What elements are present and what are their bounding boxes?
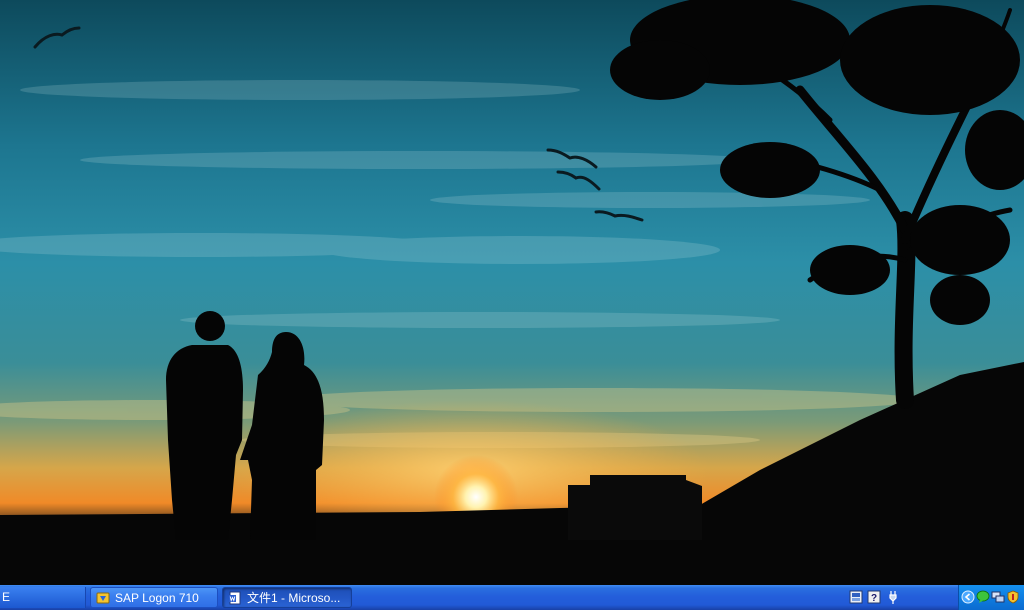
taskbar: E SAP Logon 710 文件1 - Microso... ? — [0, 585, 1024, 610]
notification-area — [958, 585, 1024, 610]
start-label: E — [2, 590, 11, 604]
security-shield-icon[interactable] — [1006, 590, 1020, 604]
taskbar-button-label: SAP Logon 710 — [115, 591, 199, 605]
word-document-icon — [229, 591, 241, 605]
app-tray-icon[interactable] — [849, 589, 863, 605]
desktop[interactable] — [0, 0, 1024, 585]
taskbar-button-word-document[interactable]: 文件1 - Microso... — [222, 587, 352, 608]
svg-text:?: ? — [871, 593, 877, 604]
messenger-icon[interactable] — [976, 590, 990, 604]
taskbar-button-label: 文件1 - Microso... — [247, 591, 341, 605]
chevron-left-icon[interactable] — [961, 590, 975, 604]
taskbar-button-sap-logon[interactable]: SAP Logon 710 — [90, 587, 218, 608]
start-button[interactable]: E — [0, 587, 86, 608]
sap-logon-icon — [96, 592, 110, 604]
network-icon[interactable] — [991, 590, 1005, 604]
help-icon[interactable]: ? — [867, 589, 881, 605]
network-plug-icon[interactable] — [886, 589, 900, 605]
wallpaper-sunset-couple — [0, 0, 1024, 585]
